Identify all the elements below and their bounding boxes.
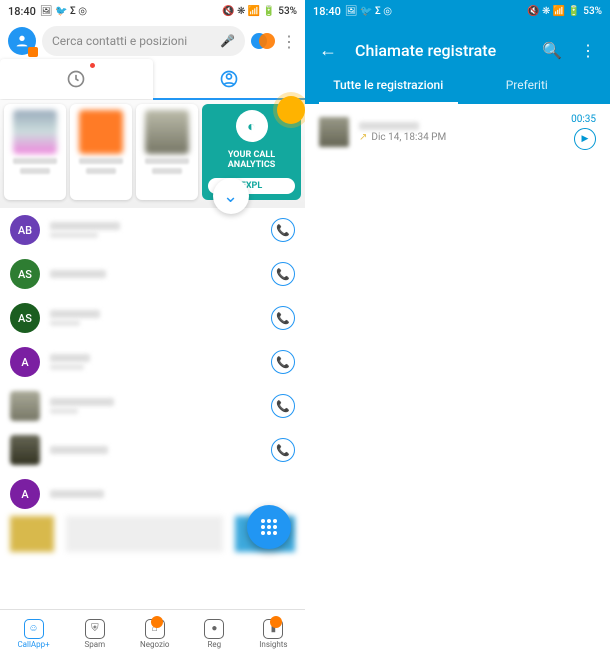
contact-initials: AB bbox=[10, 215, 40, 245]
status-time: 18:40 bbox=[8, 5, 36, 18]
more-menu-icon[interactable]: ⋮ bbox=[281, 32, 297, 51]
profile-avatar[interactable] bbox=[8, 27, 36, 55]
header-row: Cerca contatti e posizioni 🎤 ⋮ bbox=[0, 22, 305, 60]
search-input[interactable]: Cerca contatti e posizioni 🎤 bbox=[42, 26, 245, 56]
status-left-icons: 🖼 🐦 Σ ◎ bbox=[345, 6, 392, 17]
contact-card[interactable] bbox=[70, 104, 132, 200]
status-bar: 18:40 🖼 🐦 Σ ◎ 🔇 ❋ 📶 🔋 53% bbox=[305, 0, 610, 22]
card-avatar bbox=[145, 110, 189, 154]
bottom-nav: ☺ CallApp+ ⛨ Spam ⌂ Negozio ● Reg ▮ Insi… bbox=[0, 609, 305, 657]
contact-row[interactable]: AB 📞 bbox=[10, 208, 295, 252]
play-button[interactable]: ▶ bbox=[574, 128, 596, 150]
recording-duration: 00:35 bbox=[571, 114, 596, 125]
nav-callapp[interactable]: ☺ CallApp+ bbox=[17, 619, 49, 649]
contact-list: AB 📞 AS 📞 AS 📞 A 📞 📞 📞 bbox=[0, 208, 305, 552]
tab-favorites[interactable]: Preferiti bbox=[458, 68, 597, 104]
recording-row[interactable]: ↗ Dic 14, 18:34 PM 00:35 ▶ bbox=[305, 104, 610, 160]
status-right-icons: 🔇 ❋ 📶 🔋 bbox=[222, 6, 275, 17]
nav-insights[interactable]: ▮ Insights bbox=[259, 619, 287, 649]
status-right-icons: 🔇 ❋ 📶 🔋 bbox=[527, 6, 580, 17]
more-menu-icon[interactable]: ⋮ bbox=[580, 41, 596, 60]
recording-date: ↗ Dic 14, 18:34 PM bbox=[359, 132, 561, 143]
status-battery: 53% bbox=[278, 6, 297, 17]
promo-text: YOUR CALL ANALYTICS bbox=[208, 150, 295, 170]
contact-avatar bbox=[10, 435, 40, 465]
phone-left: 18:40 🖼 🐦 Σ ◎ 🔇 ❋ 📶 🔋 53% Cerca contatti… bbox=[0, 0, 305, 657]
call-button[interactable]: 📞 bbox=[271, 394, 295, 418]
tab-contacts[interactable] bbox=[153, 60, 306, 100]
dialpad-fab[interactable] bbox=[247, 505, 291, 549]
call-button[interactable]: 📞 bbox=[271, 306, 295, 330]
search-icon[interactable]: 🔍 bbox=[542, 41, 562, 60]
recording-tabs: Tutte le registrazioni Preferiti bbox=[319, 68, 596, 104]
contact-initials: AS bbox=[10, 303, 40, 333]
contact-row[interactable]: 📞 bbox=[10, 384, 295, 428]
contact-avatar bbox=[10, 391, 40, 421]
status-bar: 18:40 🖼 🐦 Σ ◎ 🔇 ❋ 📶 🔋 53% bbox=[0, 0, 305, 22]
search-placeholder: Cerca contatti e posizioni bbox=[52, 34, 187, 48]
badge-icon bbox=[270, 616, 282, 628]
contact-row[interactable]: A 📞 bbox=[10, 340, 295, 384]
top-cards-row: ◐ YOUR CALL ANALYTICS EXPL ⌄ bbox=[0, 100, 305, 208]
contact-row[interactable]: AS 📞 bbox=[10, 252, 295, 296]
card-avatar bbox=[13, 110, 57, 154]
recording-contact-name bbox=[359, 122, 419, 130]
recording-avatar bbox=[319, 117, 349, 147]
call-button[interactable]: 📞 bbox=[271, 438, 295, 462]
nav-recordings[interactable]: ● Reg bbox=[204, 619, 224, 649]
status-battery: 53% bbox=[583, 6, 602, 17]
badge-icon bbox=[151, 616, 163, 628]
mic-icon[interactable]: 🎤 bbox=[220, 34, 235, 48]
contact-initials: AS bbox=[10, 259, 40, 289]
status-left-icons: 🖼 🐦 Σ ◎ bbox=[40, 6, 87, 17]
contact-row[interactable]: A bbox=[10, 472, 295, 516]
call-button[interactable]: 📞 bbox=[271, 218, 295, 242]
tab-recents[interactable] bbox=[0, 59, 153, 99]
contact-card[interactable] bbox=[136, 104, 198, 200]
contact-initials: A bbox=[10, 347, 40, 377]
contact-row[interactable]: AS 📞 bbox=[10, 296, 295, 340]
call-button[interactable]: 📞 bbox=[271, 262, 295, 286]
rec-icon: ● bbox=[204, 619, 224, 639]
nav-spam[interactable]: ⛨ Spam bbox=[85, 619, 106, 649]
status-time: 18:40 bbox=[313, 5, 341, 18]
promo-logo-icon: ◐ bbox=[236, 110, 268, 142]
dialpad-icon bbox=[261, 519, 277, 535]
callapp-icon: ☺ bbox=[24, 619, 44, 639]
back-button[interactable]: ← bbox=[319, 40, 337, 61]
phone-right: 18:40 🖼 🐦 Σ ◎ 🔇 ❋ 📶 🔋 53% ← Chiamate reg… bbox=[305, 0, 610, 657]
contact-initials: A bbox=[10, 479, 40, 509]
gift-badge-icon bbox=[277, 96, 305, 124]
theme-toggle-icon[interactable] bbox=[251, 29, 275, 53]
nav-store[interactable]: ⌂ Negozio bbox=[140, 619, 169, 649]
collapse-cards-button[interactable]: ⌄ bbox=[213, 178, 249, 214]
notification-dot bbox=[90, 63, 95, 68]
appbar-title: Chiamate registrate bbox=[355, 41, 524, 60]
appbar: ← Chiamate registrate 🔍 ⋮ Tutte le regis… bbox=[305, 22, 610, 104]
call-button[interactable]: 📞 bbox=[271, 350, 295, 374]
shield-icon: ⛨ bbox=[85, 619, 105, 639]
card-avatar bbox=[79, 110, 123, 154]
contact-row[interactable]: 📞 bbox=[10, 428, 295, 472]
outgoing-call-icon: ↗ bbox=[359, 132, 367, 143]
tab-all-recordings[interactable]: Tutte le registrazioni bbox=[319, 68, 458, 104]
contact-card[interactable] bbox=[4, 104, 66, 200]
main-tabs bbox=[0, 60, 305, 100]
